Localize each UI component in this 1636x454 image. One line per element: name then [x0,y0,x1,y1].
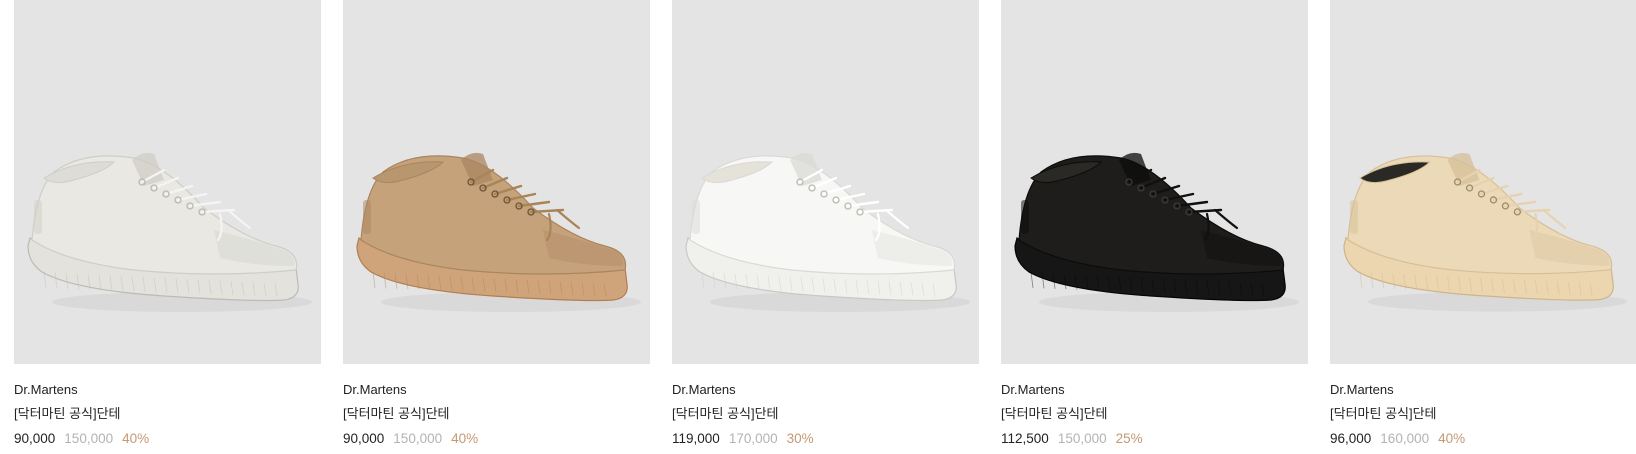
product-brand[interactable]: Dr.Martens [1001,382,1308,398]
product-card[interactable]: Dr.Martens [닥터마틴 공식]단테 90,000 150,000 40% [14,0,321,448]
shoe-illustration [685,152,970,312]
heel-tab [363,200,371,234]
product-title[interactable]: [닥터마틴 공식]단테 [14,406,321,422]
price-line: 96,000 160,000 40% [1330,430,1636,448]
discount-rate: 30% [786,431,814,446]
lace-end [1213,208,1239,230]
discount-rate: 40% [1438,431,1466,446]
price-line: 112,500 150,000 25% [1001,430,1308,448]
discount-rate: 40% [122,431,150,446]
lace-end [1542,208,1567,229]
shoe-illustration [1343,152,1628,312]
price-line: 90,000 150,000 40% [343,430,650,448]
product-brand[interactable]: Dr.Martens [14,382,321,398]
discount-rate: 40% [451,431,479,446]
original-price: 150,000 [1057,431,1107,446]
original-price: 150,000 [393,431,443,446]
shoe-illustration [356,152,641,312]
product-card[interactable]: Dr.Martens [닥터마틴 공식]단테 90,000 150,000 40% [343,0,650,448]
shoe-illustration [27,152,312,312]
lace-end [226,208,252,230]
product-card[interactable]: Dr.Martens [닥터마틴 공식]단테 112,500 150,000 25% [1001,0,1308,448]
product-brand[interactable]: Dr.Martens [1330,382,1636,398]
product-title[interactable]: [닥터마틴 공식]단테 [1001,406,1308,422]
product-title[interactable]: [닥터마틴 공식]단테 [1330,406,1636,422]
product-card[interactable]: Dr.Martens [닥터마틴 공식]단테 96,000 160,000 40% [1330,0,1636,448]
discount-rate: 25% [1115,431,1143,446]
heel-tab [34,200,42,234]
original-price: 170,000 [728,431,778,446]
product-brand[interactable]: Dr.Martens [672,382,979,398]
price-line: 90,000 150,000 40% [14,430,321,448]
product-card[interactable]: Dr.Martens [닥터마틴 공식]단테 119,000 170,000 30% [672,0,979,448]
lace-end [884,208,910,230]
heel-tab [1349,199,1358,234]
shoe-illustration [1014,152,1299,312]
heel-tab [1021,200,1029,234]
product-brand[interactable]: Dr.Martens [343,382,650,398]
product-title[interactable]: [닥터마틴 공식]단테 [343,406,650,422]
product-grid: Dr.Martens [닥터마틴 공식]단테 90,000 150,000 40% … [0,0,1636,454]
product-image[interactable] [343,0,650,364]
sale-price: 90,000 [343,431,385,446]
sale-price: 112,500 [1001,431,1049,446]
product-image[interactable] [14,0,321,364]
product-title[interactable]: [닥터마틴 공식]단테 [672,406,979,422]
price-line: 119,000 170,000 30% [672,430,979,448]
original-price: 160,000 [1380,431,1430,446]
sale-price: 119,000 [672,431,720,446]
lace-end [555,208,581,230]
product-image[interactable] [672,0,979,364]
sale-price: 90,000 [14,431,56,446]
heel-tab [692,200,700,234]
product-image[interactable] [1001,0,1308,364]
product-image[interactable] [1330,0,1636,364]
original-price: 150,000 [64,431,114,446]
sale-price: 96,000 [1330,431,1372,446]
